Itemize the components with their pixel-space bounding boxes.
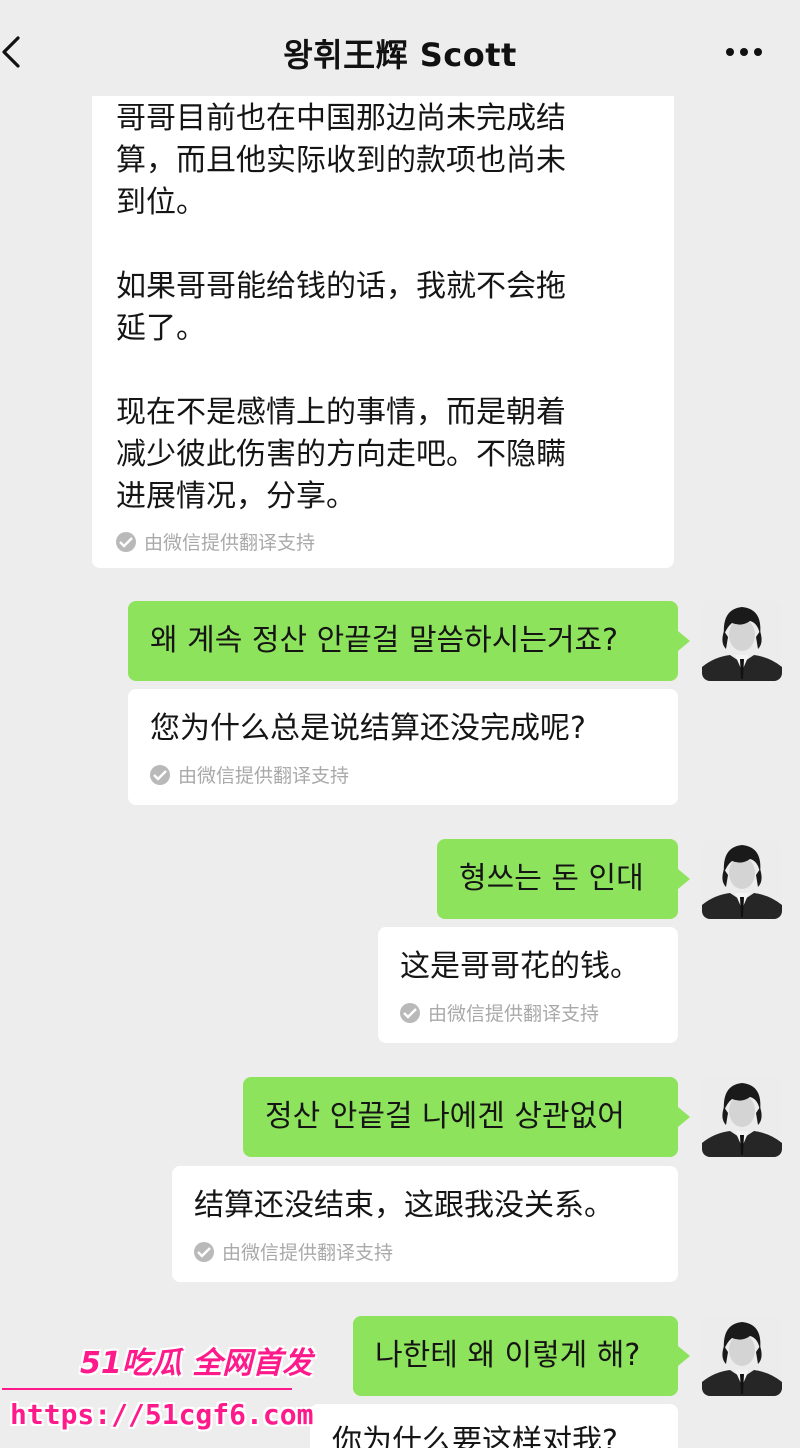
- user-avatar-image: [702, 601, 782, 681]
- more-dots-icon: [726, 48, 762, 56]
- translation-text: 结算还没结束，这跟我没关系。: [194, 1188, 614, 1223]
- bubble-tail: [678, 1107, 690, 1127]
- message-text: 哥哥目前也在中国那边尚未完成结 算，而且他实际收到的款项也尚未 到位。 如果哥哥…: [116, 101, 566, 514]
- bubble-tail: [678, 631, 690, 651]
- check-icon: [150, 764, 170, 785]
- check-icon: [116, 531, 136, 552]
- translation-note-label: 由微信提供翻译支持: [428, 1003, 600, 1025]
- translation-text: 这是哥哥花的钱。: [400, 949, 640, 984]
- translation-note: 由微信提供翻译支持: [400, 999, 656, 1026]
- translation-text: 您为什么总是说结算还没完成呢?: [150, 711, 586, 746]
- message-text: 형쓰는 돈 인대: [459, 861, 644, 896]
- translation-note: 由微信提供翻译支持: [194, 1238, 656, 1265]
- outgoing-message[interactable]: 정산 안끝걸 나에겐 상관없어: [243, 1077, 678, 1157]
- translation-bubble[interactable]: 这是哥哥花的钱。 由微信提供翻译支持: [378, 927, 678, 1043]
- watermark: 51吃瓜 全网首发 https://51cgf6.com: [0, 1330, 320, 1448]
- chat-area: 哥哥目前也在中国那边尚未完成结 算，而且他实际收到的款项也尚未 到位。 如果哥哥…: [0, 0, 800, 1448]
- translation-text: 你为什么要这样对我?: [332, 1424, 618, 1448]
- bubble-tail: [678, 869, 690, 889]
- more-button[interactable]: [722, 34, 772, 70]
- translation-note-label: 由微信提供翻译支持: [144, 532, 316, 554]
- translation-bubble[interactable]: 你为什么要这样对我?: [310, 1404, 678, 1448]
- message-text: 정산 안끝걸 나에겐 상관없어: [265, 1099, 625, 1134]
- outgoing-message[interactable]: 왜 계속 정산 안끝걸 말씀하시는거죠?: [128, 601, 678, 681]
- check-icon: [194, 1241, 214, 1262]
- user-avatar-image: [702, 1077, 782, 1157]
- incoming-message[interactable]: 哥哥目前也在中国那边尚未完成结 算，而且他实际收到的款项也尚未 到位。 如果哥哥…: [92, 70, 674, 568]
- message-text: 왜 계속 정산 안끝걸 말씀하시는거죠?: [150, 623, 619, 658]
- watermark-url: https://51cgf6.com: [10, 1398, 314, 1431]
- translation-bubble[interactable]: 结算还没结束，这跟我没关系。 由微信提供翻译支持: [172, 1166, 678, 1282]
- watermark-divider: [2, 1388, 292, 1390]
- avatar[interactable]: [702, 839, 782, 919]
- bubble-tail: [678, 1346, 690, 1366]
- chat-header: 왕휘王辉 Scott: [0, 0, 800, 96]
- translation-note: 由微信提供翻译支持: [116, 528, 650, 555]
- translation-note-label: 由微信提供翻译支持: [178, 765, 350, 787]
- user-avatar-image: [702, 1316, 782, 1396]
- user-avatar-image: [702, 839, 782, 919]
- message-text: 나한테 왜 이렇게 해?: [375, 1338, 641, 1373]
- avatar[interactable]: [702, 601, 782, 681]
- watermark-brand: 51吃瓜 全网首发: [80, 1346, 313, 1381]
- avatar[interactable]: [702, 1077, 782, 1157]
- translation-note: 由微信提供翻译支持: [150, 761, 656, 788]
- check-icon: [400, 1002, 420, 1023]
- translation-note-label: 由微信提供翻译支持: [222, 1242, 394, 1264]
- chat-title: 왕휘王辉 Scott: [283, 36, 517, 74]
- avatar[interactable]: [702, 1316, 782, 1396]
- translation-bubble[interactable]: 您为什么总是说结算还没完成呢? 由微信提供翻译支持: [128, 689, 678, 805]
- outgoing-message[interactable]: 형쓰는 돈 인대: [437, 839, 678, 919]
- outgoing-message[interactable]: 나한테 왜 이렇게 해?: [353, 1316, 678, 1396]
